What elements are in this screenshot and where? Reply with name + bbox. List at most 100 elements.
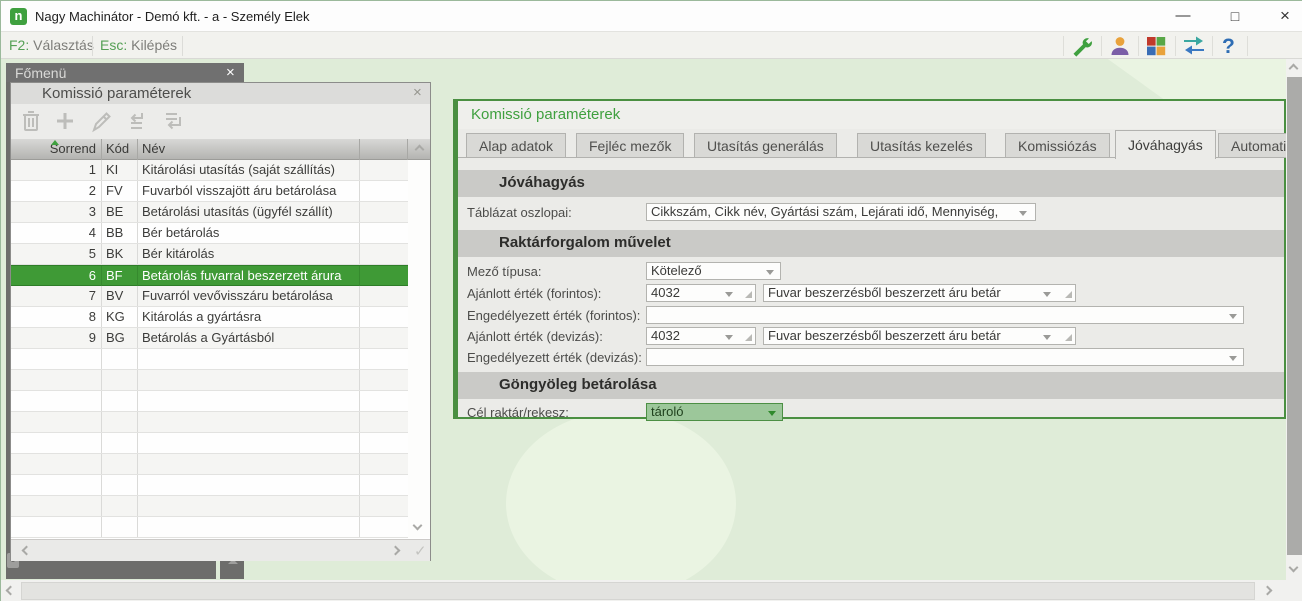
column-header-kod[interactable]: Kód: [102, 139, 138, 160]
field-type-select[interactable]: Kötelező: [646, 262, 781, 280]
table-row-empty[interactable]: [11, 433, 408, 454]
horizontal-scrollbar-thumb[interactable]: [21, 582, 1255, 600]
table-row-empty[interactable]: [11, 412, 408, 433]
close-button[interactable]: ×: [1263, 5, 1302, 27]
menu-item-valasztas[interactable]: F2: Választás: [9, 37, 94, 53]
wrench-icon[interactable]: [1068, 34, 1098, 58]
table-scroll-up[interactable]: [408, 139, 430, 160]
sync-arrows-icon[interactable]: [1180, 34, 1210, 58]
table-row-empty[interactable]: [11, 391, 408, 412]
menu-item-kilepes[interactable]: Esc: Kilépés: [100, 37, 177, 53]
tab-utasítás-kezelés[interactable]: Utasítás kezelés: [857, 133, 986, 158]
separator: [1247, 36, 1248, 56]
subwindow-bottom-bar: ✓: [11, 539, 430, 561]
table-header[interactable]: Sorrend Kód Név: [11, 139, 430, 160]
table-cell: Kitárolás a gyártásra: [138, 307, 360, 327]
horizontal-scrollbar[interactable]: [1, 580, 1286, 601]
table-row[interactable]: 7 BV Fuvarról vevővisszáru betárolása: [11, 286, 408, 307]
subwindow-close-icon[interactable]: ×: [413, 84, 422, 101]
table-row-empty[interactable]: [11, 517, 408, 538]
table-row[interactable]: 1 KI Kitárolási utasítás (saját szállítás): [11, 160, 408, 181]
table-row[interactable]: 4 BB Bér betárolás: [11, 223, 408, 244]
confirm-check-icon[interactable]: ✓: [414, 542, 427, 560]
table-cell: Fuvarból visszajött áru betárolása: [138, 181, 360, 201]
column-header-nev[interactable]: Név: [138, 139, 360, 160]
subwindow-toolbar: [11, 104, 430, 139]
scroll-left-icon[interactable]: [5, 585, 16, 596]
table-row[interactable]: 5 BK Bér kitárolás: [11, 244, 408, 265]
fomenu-item-listak[interactable]: Listák: [6, 561, 244, 579]
table-vertical-scrollbar[interactable]: [408, 160, 430, 538]
fomenu-title: Főmenü: [15, 65, 67, 81]
separator: [1175, 36, 1176, 56]
table-row-empty[interactable]: [11, 370, 408, 391]
modules-icon[interactable]: [1143, 34, 1173, 58]
window-titlebar: n Nagy Machinátor - Demó kft. - a - Szem…: [1, 1, 1302, 31]
column-header-sorrend[interactable]: Sorrend: [11, 139, 102, 160]
table-cell: [102, 412, 138, 432]
table-cell: [360, 475, 408, 495]
scroll-left-icon[interactable]: [21, 545, 32, 556]
section-title: Göngyöleg betárolása: [499, 376, 657, 393]
section-title: Jóváhagyás: [499, 174, 585, 191]
table-row[interactable]: 6 BF Betárolás fuvarral beszerzett árura: [11, 265, 408, 286]
fomenu-close-icon[interactable]: ×: [226, 64, 235, 81]
delete-icon[interactable]: [19, 109, 45, 135]
suggested-huf-name-combo[interactable]: Fuvar beszerzésből beszerzett áru betár: [763, 284, 1076, 302]
export-icon[interactable]: [161, 109, 187, 135]
subwindow-titlebar[interactable]: Komissió paraméterek ×: [11, 83, 430, 104]
tab-fejléc-mezők[interactable]: Fejléc mezők: [576, 133, 685, 158]
table-row[interactable]: 2 FV Fuvarból visszajött áru betárolása: [11, 181, 408, 202]
allowed-fx-select[interactable]: [646, 348, 1244, 366]
import-icon[interactable]: [125, 109, 151, 135]
scroll-up-icon[interactable]: [1288, 63, 1299, 74]
tab-komissiózás[interactable]: Komissiózás: [1005, 133, 1110, 158]
table-scroll-down-icon[interactable]: [412, 520, 423, 531]
table-row-empty[interactable]: [11, 349, 408, 370]
table-row-empty[interactable]: [11, 454, 408, 475]
vertical-scrollbar[interactable]: [1286, 59, 1302, 580]
form-row: Táblázat oszlopai: Cikkszám, Cikk név, G…: [458, 203, 1284, 221]
table-cell: 2: [11, 181, 102, 201]
table-row[interactable]: 9 BG Betárolás a Gyártásból: [11, 328, 408, 349]
table-cell: [360, 391, 408, 411]
combo-value: Fuvar beszerzésből beszerzett áru betár: [768, 328, 1001, 343]
table-cell: [11, 433, 102, 453]
table-cell: BG: [102, 328, 138, 348]
table-columns-select[interactable]: Cikkszám, Cikk név, Gyártási szám, Lejár…: [646, 203, 1036, 221]
table-row[interactable]: 8 KG Kitárolás a gyártásra: [11, 307, 408, 328]
table-cell: [138, 454, 360, 474]
suggested-fx-code-combo[interactable]: 4032: [646, 327, 756, 345]
table-cell: [360, 266, 408, 286]
minimize-button[interactable]: —: [1161, 5, 1205, 27]
scrollbar-corner-grip[interactable]: [1286, 580, 1302, 601]
table-cell: Betárolás fuvarral beszerzett árura: [138, 266, 360, 286]
field-label: Táblázat oszlopai:: [467, 205, 572, 220]
target-warehouse-select[interactable]: tároló: [646, 403, 783, 421]
allowed-huf-select[interactable]: [646, 306, 1244, 324]
table-cell: [102, 349, 138, 369]
table-row-empty[interactable]: [11, 496, 408, 517]
chevron-down-icon: [725, 335, 733, 340]
tab-jóváhagyás[interactable]: Jóváhagyás: [1115, 130, 1216, 159]
vertical-scrollbar-thumb[interactable]: [1287, 77, 1302, 555]
fomenu-titlebar[interactable]: Főmenü ×: [6, 63, 244, 82]
table-row[interactable]: 3 BE Betárolási utasítás (ügyfél szállít): [11, 202, 408, 223]
tab-utasítás-generálás[interactable]: Utasítás generálás: [694, 133, 837, 158]
table-cell: BV: [102, 286, 138, 306]
maximize-button[interactable]: □: [1213, 5, 1257, 27]
sort-ascending-icon: [51, 140, 59, 145]
form-row: Ajánlott érték (devizás): 4032 Fuvar bes…: [458, 327, 1284, 345]
suggested-huf-code-combo[interactable]: 4032: [646, 284, 756, 302]
table-row-empty[interactable]: [11, 475, 408, 496]
scroll-right-icon[interactable]: [1262, 585, 1273, 596]
help-icon[interactable]: ?: [1222, 35, 1235, 59]
edit-icon[interactable]: [89, 109, 115, 135]
user-icon[interactable]: [1107, 34, 1137, 58]
tab-alap-adatok[interactable]: Alap adatok: [466, 133, 566, 158]
add-icon[interactable]: [53, 109, 79, 135]
suggested-fx-name-combo[interactable]: Fuvar beszerzésből beszerzett áru betár: [763, 327, 1076, 345]
scroll-right-icon[interactable]: [390, 545, 401, 556]
scroll-down-icon[interactable]: [1288, 562, 1299, 573]
chevron-down-icon: [1019, 211, 1027, 216]
